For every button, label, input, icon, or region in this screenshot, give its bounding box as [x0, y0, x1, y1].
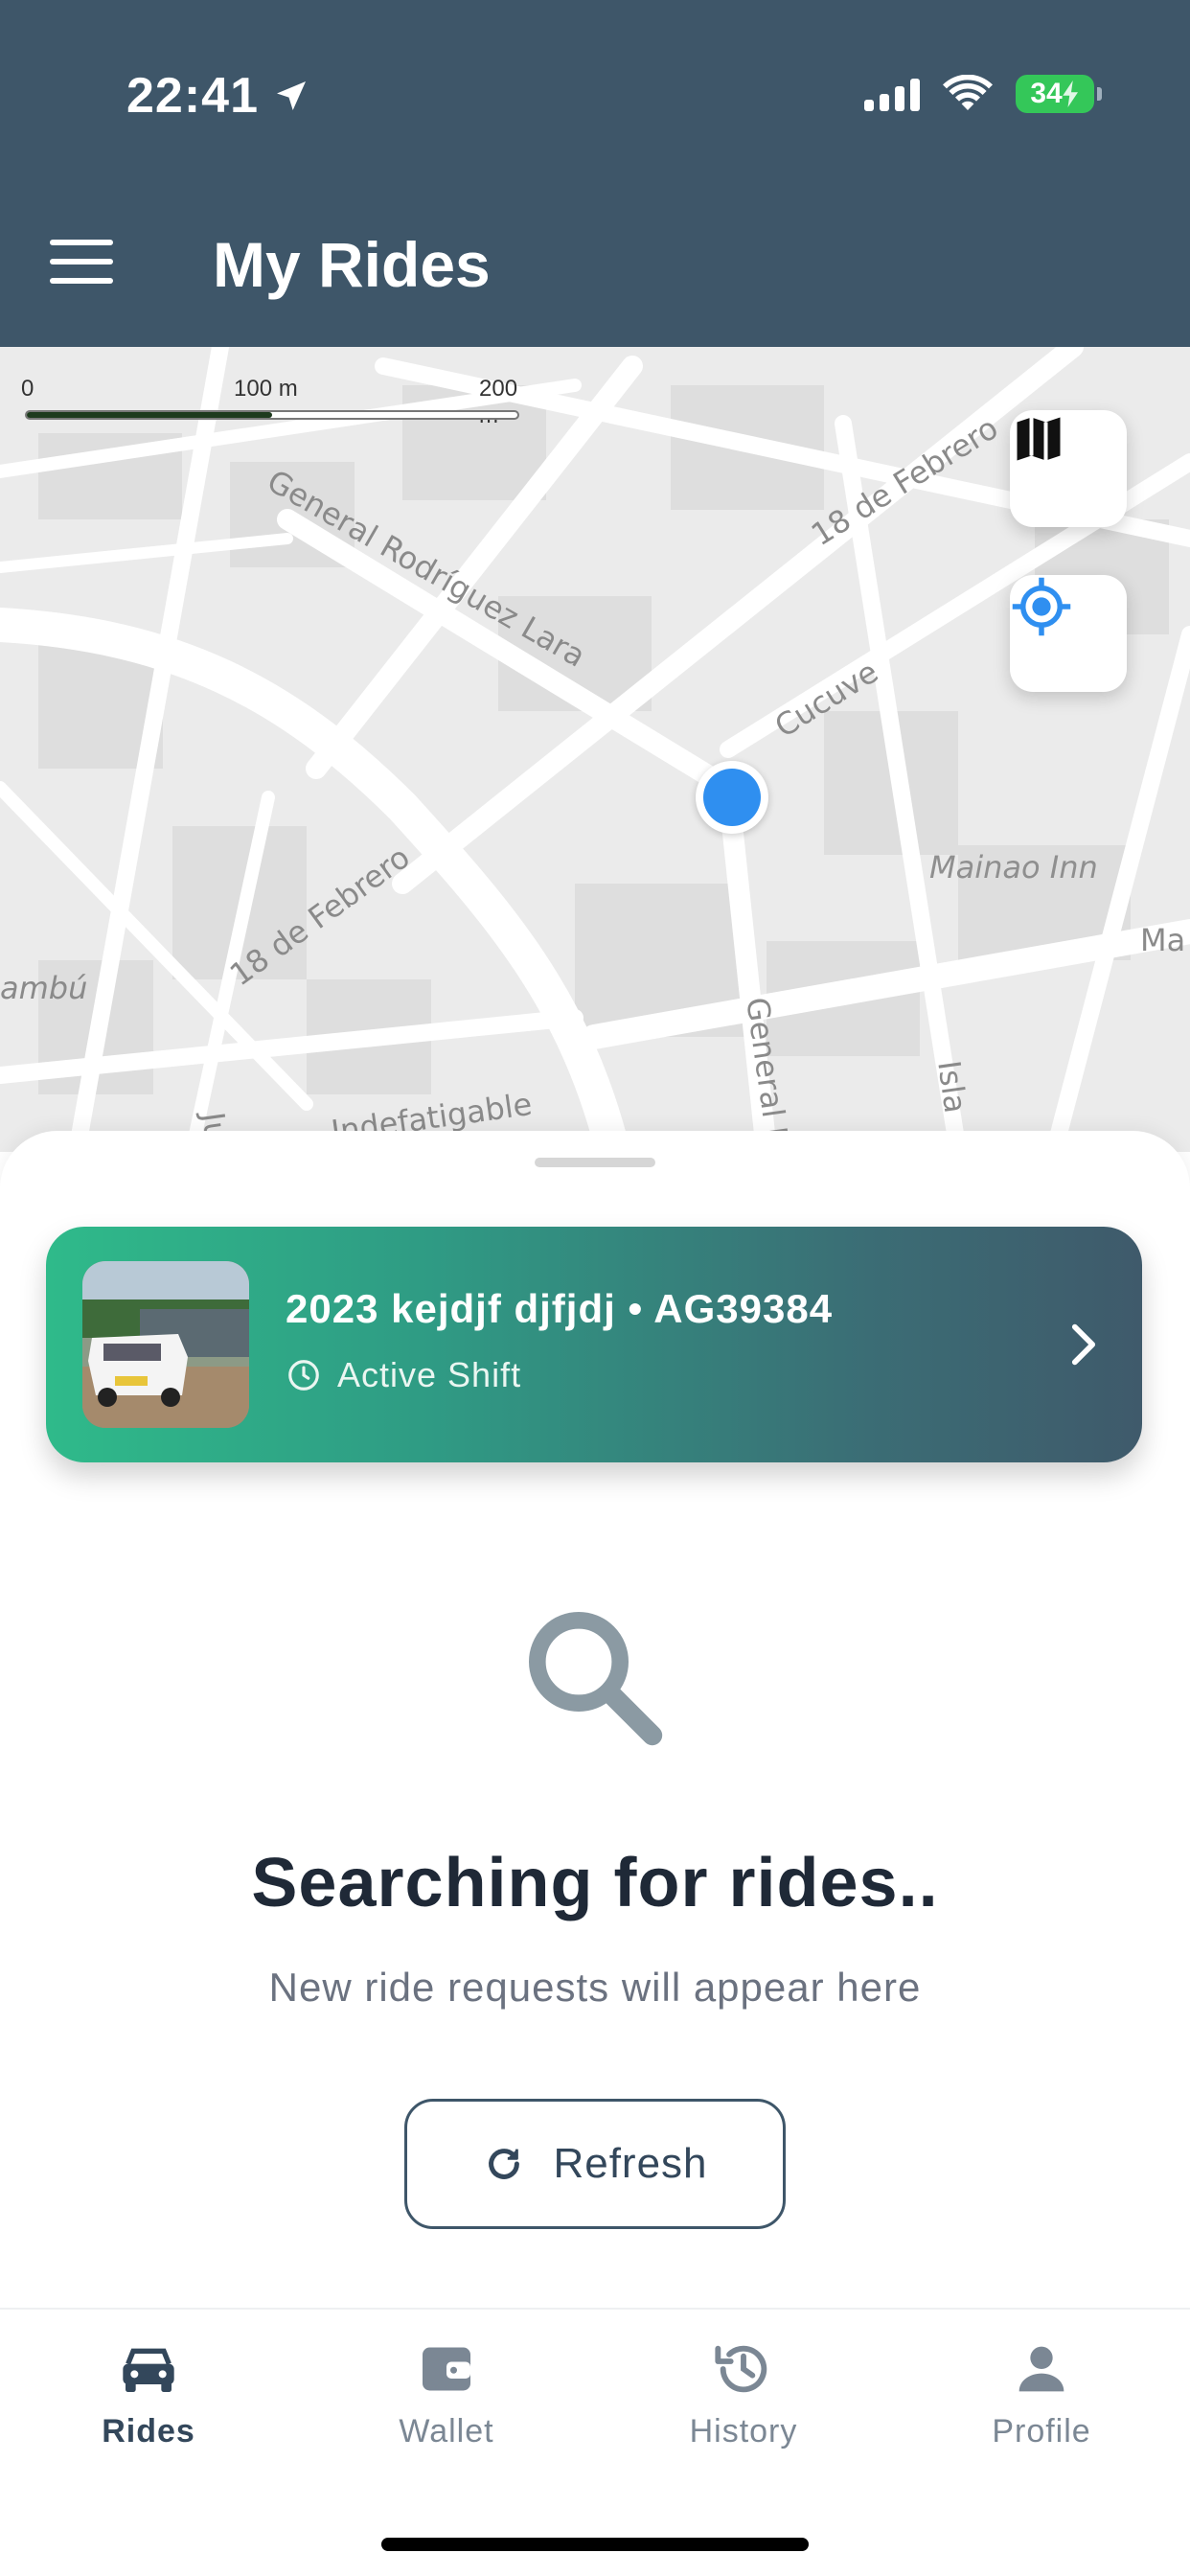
location-arrow-icon [277, 81, 306, 110]
tab-profile[interactable]: Profile [936, 2338, 1147, 2472]
shift-status-label: Active Shift [337, 1355, 522, 1394]
refresh-label: Refresh [553, 2140, 708, 2187]
tab-wallet[interactable]: Wallet [341, 2338, 552, 2472]
clock-text: 22:41 [126, 68, 259, 124]
page-title: My Rides [213, 229, 491, 300]
map-icon [1017, 417, 1061, 461]
tab-label: History [689, 2413, 798, 2450]
status-time: 22:41 [126, 67, 310, 125]
vehicle-photo [82, 1261, 249, 1428]
place-label: ambú [0, 970, 88, 1006]
app-screen: 22:41 34 My Rides 0 100 m 200 General Ro… [0, 0, 1190, 2576]
app-header: 22:41 34 My Rides [0, 0, 1190, 347]
current-location-marker [696, 761, 768, 834]
scale-label: 200 m [479, 376, 518, 428]
cellular-signal-icon [864, 77, 920, 111]
scale-label: 100 m [234, 376, 298, 402]
battery-indicator: 34 [1016, 75, 1102, 113]
empty-state-subtitle: New ride requests will appear here [268, 1965, 922, 2010]
status-indicators: 34 [864, 75, 1102, 113]
map-scale-bar: 0 100 m 200 m [21, 376, 523, 428]
history-icon [713, 2338, 774, 2400]
street-label: Ma [1140, 922, 1186, 958]
menu-button[interactable] [50, 240, 113, 284]
scale-track [25, 410, 519, 420]
tab-label: Profile [992, 2413, 1091, 2450]
vehicle-title: 2023 kejdjf djfjdj • AG39384 [286, 1286, 834, 1331]
wallet-icon [416, 2338, 477, 2400]
place-label: Mainao Inn [929, 849, 1098, 886]
sheet-grabber[interactable] [535, 1158, 655, 1167]
crosshair-icon [1012, 577, 1071, 636]
street-label: Isla [930, 1058, 974, 1116]
tab-rides[interactable]: Rides [43, 2338, 254, 2472]
tab-label: Rides [102, 2413, 195, 2450]
tab-label: Wallet [399, 2413, 494, 2450]
clock-icon [288, 1360, 319, 1391]
car-icon [118, 2338, 179, 2400]
menu-line [50, 278, 113, 284]
my-location-button[interactable] [1010, 575, 1127, 692]
menu-line [50, 259, 113, 264]
refresh-button[interactable]: Refresh [404, 2099, 786, 2229]
tab-history[interactable]: History [638, 2338, 849, 2472]
menu-line [50, 240, 113, 245]
wifi-icon [943, 75, 993, 110]
refresh-icon [489, 2149, 520, 2179]
bottom-tab-bar: Rides Wallet History Profile [0, 2308, 1190, 2576]
shift-status: Active Shift [286, 1355, 521, 1395]
chevron-right-icon [1071, 1323, 1096, 1366]
charging-bolt-icon [1062, 80, 1078, 107]
empty-state-title: Searching for rides.. [251, 1845, 939, 1921]
person-icon [1011, 2338, 1072, 2400]
vehicle-card[interactable]: 2023 kejdjf djfjdj • AG39384 Active Shif… [46, 1227, 1142, 1462]
home-indicator[interactable] [381, 2538, 809, 2551]
battery-level: 34 [1030, 78, 1063, 109]
scale-label: 0 [21, 376, 34, 402]
map-view[interactable]: 0 100 m 200 m General Rodríguez Lara 18 … [0, 347, 1190, 1152]
map-style-button[interactable] [1010, 410, 1127, 527]
search-icon [529, 1612, 663, 1746]
